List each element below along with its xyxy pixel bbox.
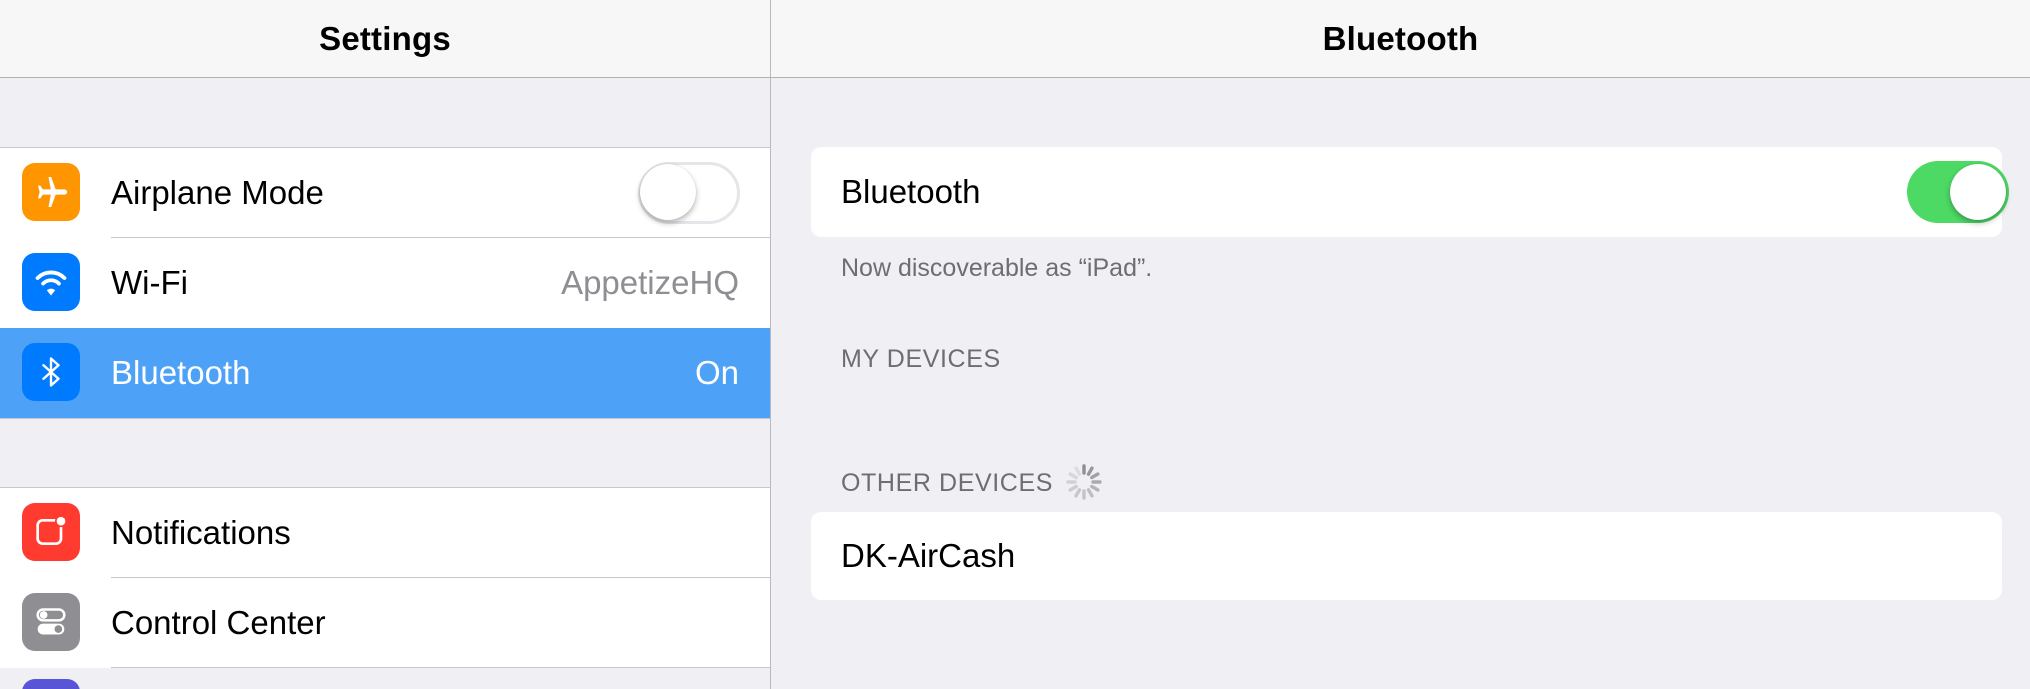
- settings-navbar: Settings: [0, 0, 770, 78]
- settings-title: Settings: [319, 19, 451, 57]
- bluetooth-status-value: On: [694, 354, 739, 391]
- bluetooth-toggle-row: Bluetooth: [811, 147, 2009, 237]
- device-name: DK-AirCash: [841, 537, 1016, 574]
- next-row-icon: [22, 679, 80, 689]
- wifi-network-value: AppetizeHQ: [561, 264, 739, 301]
- settings-row-notifications[interactable]: Notifications: [0, 488, 770, 578]
- other-devices-header: OTHER DEVICES: [841, 469, 1053, 497]
- toggle-knob: [640, 164, 696, 220]
- bluetooth-toggle-label: Bluetooth: [841, 173, 981, 210]
- control-center-label: Control Center: [111, 604, 326, 641]
- airplane-icon: [22, 163, 80, 221]
- airplane-mode-toggle[interactable]: [638, 162, 740, 224]
- wifi-icon: [22, 253, 80, 311]
- bluetooth-page-title: Bluetooth: [1322, 19, 1479, 57]
- settings-group-system: Notifications Control Center: [0, 487, 770, 668]
- bluetooth-label: Bluetooth: [111, 354, 251, 391]
- my-devices-header: MY DEVICES: [841, 345, 1001, 373]
- airplane-mode-label: Airplane Mode: [111, 174, 324, 211]
- wifi-label: Wi-Fi: [111, 264, 188, 301]
- toggle-knob: [1950, 164, 2006, 220]
- control-center-icon: [22, 593, 80, 651]
- bluetooth-icon: [22, 343, 80, 401]
- bluetooth-navbar: Bluetooth: [771, 0, 2030, 78]
- row-separator: [111, 667, 770, 668]
- settings-group-connectivity: Airplane Mode Wi-Fi AppetizeHQ Bluetooth…: [0, 147, 770, 419]
- bluetooth-detail-pane: Bluetooth Bluetooth Now discoverable as …: [771, 0, 2030, 689]
- settings-row-wifi[interactable]: Wi-Fi AppetizeHQ: [0, 238, 770, 328]
- notifications-label: Notifications: [111, 514, 291, 551]
- discoverable-text: Now discoverable as “iPad”.: [841, 254, 1153, 282]
- settings-row-bluetooth[interactable]: Bluetooth On: [0, 328, 770, 418]
- bluetooth-toggle[interactable]: [1907, 161, 2009, 223]
- device-row-dk-aircash[interactable]: DK-AirCash: [811, 512, 2002, 600]
- settings-row-control-center[interactable]: Control Center: [0, 578, 770, 668]
- loading-spinner-icon: [1066, 464, 1102, 500]
- settings-row-airplane-mode[interactable]: Airplane Mode: [0, 148, 770, 238]
- settings-master-pane: Settings Airplane Mode Wi-Fi AppetizeHQ …: [0, 0, 770, 689]
- notifications-icon: [22, 503, 80, 561]
